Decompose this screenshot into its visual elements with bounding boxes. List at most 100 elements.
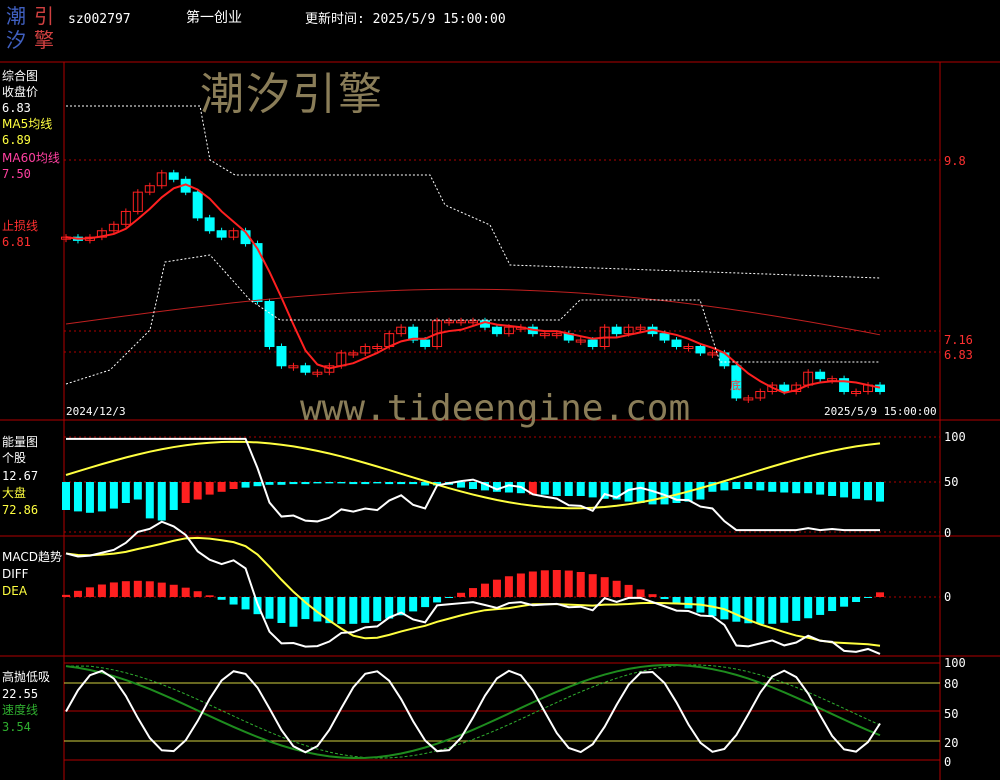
energy-bar xyxy=(732,482,741,489)
osc-axis-50: 50 xyxy=(944,707,959,721)
macd-bar xyxy=(457,592,466,597)
macd-bar xyxy=(205,595,214,597)
macd-bar xyxy=(241,597,250,610)
macd-bar xyxy=(612,580,621,597)
energy-bar xyxy=(289,482,298,485)
osc-panel-title: 高抛低吸 xyxy=(2,670,51,684)
energy-bar xyxy=(349,482,358,485)
macd-bar xyxy=(756,597,765,624)
energy-panel-title: 能量图 xyxy=(2,435,39,449)
macd-bar xyxy=(97,584,106,597)
macd-bar xyxy=(804,597,813,619)
energy-bar xyxy=(157,482,166,521)
stop-label: 止损线 xyxy=(2,219,39,233)
candle-body xyxy=(252,243,263,302)
candle-body xyxy=(192,191,203,219)
energy-bar xyxy=(85,482,94,513)
macd-bar xyxy=(732,597,741,622)
osc-axis-80: 80 xyxy=(944,677,959,691)
energy-bar xyxy=(265,482,274,485)
macd-bar xyxy=(852,597,861,603)
macd-bar xyxy=(480,583,489,597)
macd-bar xyxy=(349,597,358,624)
energy-bar xyxy=(205,482,214,495)
macd-bar xyxy=(145,581,154,597)
energy-bar xyxy=(792,482,801,494)
macd-bar xyxy=(540,570,549,597)
energy-bar xyxy=(325,482,334,484)
energy-bar xyxy=(97,482,106,512)
logo-char-2: 引 xyxy=(34,4,54,28)
ma60-line xyxy=(65,288,881,336)
date-end: 2025/5/9 15:00:00 xyxy=(824,405,937,418)
macd-bar xyxy=(816,597,825,615)
macd-bar xyxy=(109,582,118,597)
macd-bar xyxy=(181,587,190,597)
macd-bar xyxy=(193,591,202,597)
bottom-marker: 底 xyxy=(730,379,741,392)
macd-bar xyxy=(409,597,418,612)
candle-body xyxy=(491,326,502,335)
logo-char-3: 汐 xyxy=(6,28,26,52)
macd-bar xyxy=(445,597,454,598)
macd-bar xyxy=(600,577,609,597)
axis-label-7-16: 7.16 xyxy=(944,333,973,347)
macd-bar xyxy=(588,574,597,597)
macd-bar xyxy=(73,590,82,597)
energy-bar xyxy=(109,482,118,509)
axis-label-6-83: 6.83 xyxy=(944,348,973,362)
macd-bar xyxy=(289,597,298,627)
macd-bar xyxy=(85,587,94,597)
stock-name[interactable]: 第一创业 xyxy=(186,10,242,26)
energy-bar xyxy=(852,482,861,499)
watermark-cn: 潮汐引擎 xyxy=(200,69,384,120)
macd-bar xyxy=(157,582,166,597)
candle-body xyxy=(671,339,682,347)
speed-value: 3.54 xyxy=(2,720,31,734)
osc-value: 22.55 xyxy=(2,687,39,701)
macd-bar xyxy=(660,597,669,600)
stock-code[interactable]: sz002797 xyxy=(68,12,131,28)
macd-bar xyxy=(528,571,537,597)
energy-bar xyxy=(373,482,382,484)
energy-bar xyxy=(840,482,849,498)
energy-bar xyxy=(636,482,645,503)
energy-bar xyxy=(145,482,154,519)
energy-bar xyxy=(720,482,729,491)
energy-axis-100: 100 xyxy=(944,430,966,444)
macd-bar xyxy=(169,584,178,597)
speed-line xyxy=(65,664,881,760)
ma60-value: 7.50 xyxy=(2,167,31,181)
energy-bar xyxy=(576,482,585,496)
energy-bar xyxy=(229,482,238,489)
update-time: 更新时间: 2025/5/9 15:00:00 xyxy=(305,12,506,27)
energy-bar xyxy=(62,482,70,510)
energy-bar xyxy=(756,482,765,491)
dea-label: DEA xyxy=(2,584,28,598)
macd-bar xyxy=(492,579,501,597)
ma5-value: 6.89 xyxy=(2,133,31,147)
macd-bar xyxy=(648,594,657,597)
logo-char-1: 潮 xyxy=(6,4,26,28)
stop-value: 6.81 xyxy=(2,235,31,249)
stock-energy-label: 个股 xyxy=(2,451,27,465)
market-energy-label: 大盘 xyxy=(2,486,27,500)
energy-bar xyxy=(73,482,82,512)
macd-bar xyxy=(229,597,238,605)
macd-bar xyxy=(121,581,130,597)
macd-bar xyxy=(876,592,884,597)
energy-bar xyxy=(181,482,190,503)
macd-bar xyxy=(768,597,777,624)
energy-bar xyxy=(337,482,346,484)
macd-bar xyxy=(624,584,633,597)
macd-bar xyxy=(840,597,849,607)
stock-energy-value: 12.67 xyxy=(2,469,39,483)
energy-bar xyxy=(253,482,262,487)
macd-bar xyxy=(684,597,693,609)
macd-bar xyxy=(337,597,346,624)
energy-bar xyxy=(564,482,573,496)
energy-bar xyxy=(588,482,597,498)
candle-body xyxy=(420,339,431,347)
macd-bar xyxy=(433,597,442,603)
energy-bar xyxy=(828,482,837,496)
